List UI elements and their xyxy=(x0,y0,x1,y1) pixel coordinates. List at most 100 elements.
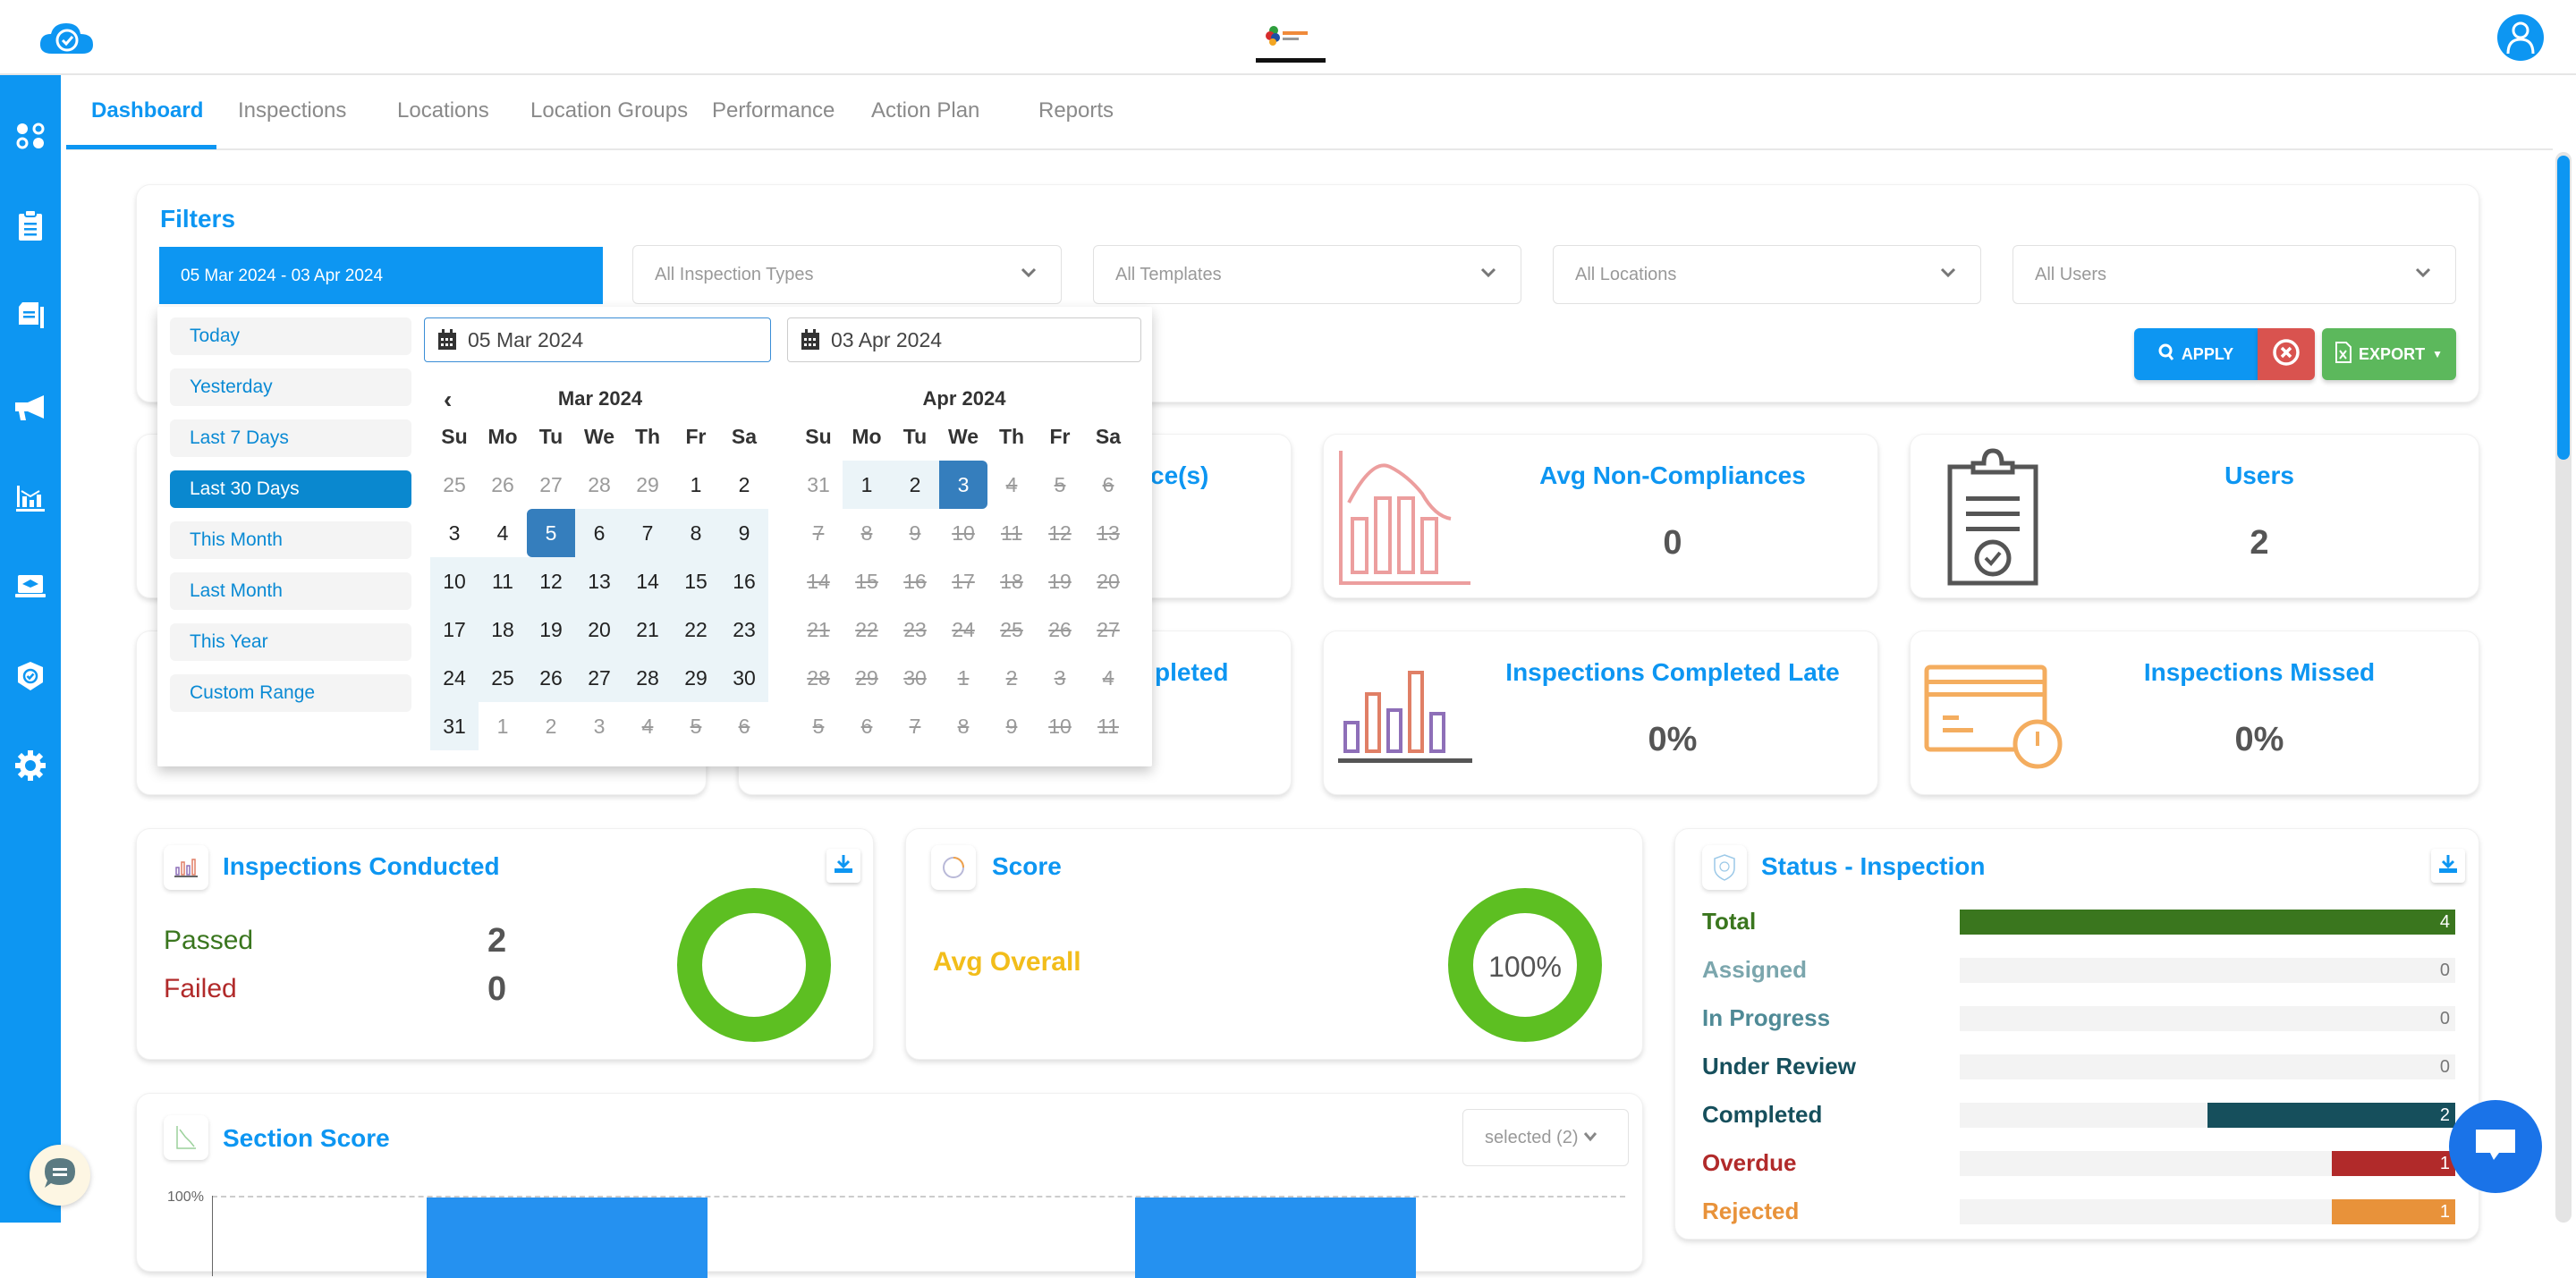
range-last-7-days[interactable]: Last 7 Days xyxy=(170,419,411,457)
tab-inspections[interactable]: Inspections xyxy=(238,98,346,123)
documents-icon[interactable] xyxy=(13,297,48,333)
range-last-30-days[interactable]: Last 30 Days xyxy=(170,470,411,508)
templates-value: All Templates xyxy=(1115,265,1222,284)
calendar-day[interactable]: 20 xyxy=(575,605,623,654)
calendar-day[interactable]: 26 xyxy=(479,461,527,509)
excel-file-icon xyxy=(2335,341,2352,368)
training-icon[interactable] xyxy=(13,569,48,605)
calendar-day[interactable]: 17 xyxy=(430,605,479,654)
calendar-day[interactable]: 10 xyxy=(430,557,479,605)
calendar-day[interactable]: 21 xyxy=(623,605,672,654)
range-this-month[interactable]: This Month xyxy=(170,521,411,559)
calendar-day[interactable]: 25 xyxy=(430,461,479,509)
range-today[interactable]: Today xyxy=(170,317,411,355)
dashboard-icon[interactable] xyxy=(13,118,48,154)
filters-title: Filters xyxy=(160,205,236,233)
bar-chart-icon xyxy=(1336,667,1474,770)
analytics-icon[interactable] xyxy=(13,479,48,515)
scrollbar-thumb[interactable] xyxy=(2557,156,2570,460)
calendar-day[interactable]: 15 xyxy=(672,557,720,605)
calendar-day[interactable]: 24 xyxy=(430,654,479,702)
feedback-chat-button[interactable] xyxy=(30,1145,90,1206)
calendar-day[interactable]: 19 xyxy=(527,605,575,654)
tab-dashboard[interactable]: Dashboard xyxy=(91,98,203,123)
inspection-types-select[interactable]: All Inspection Types xyxy=(632,245,1062,304)
calendar-day[interactable]: 2 xyxy=(527,702,575,750)
calendar-day[interactable]: 28 xyxy=(575,461,623,509)
calendar-day: 4 xyxy=(1005,472,1018,496)
section-selector[interactable]: selected (2) xyxy=(1462,1109,1629,1166)
download-button[interactable] xyxy=(826,849,860,883)
calendar-day: 28 xyxy=(807,665,830,690)
range-custom-range[interactable]: Custom Range xyxy=(170,674,411,712)
calendar-day[interactable]: 25 xyxy=(479,654,527,702)
calendar-day[interactable]: 27 xyxy=(527,461,575,509)
caret-down-icon: ▼ xyxy=(2432,348,2443,360)
user-avatar-icon[interactable] xyxy=(2497,14,2544,61)
calendar-day[interactable]: 5 xyxy=(527,509,575,557)
calendar-day[interactable]: 3 xyxy=(939,461,987,509)
calendar-day[interactable]: 2 xyxy=(891,461,939,509)
tab-action-plan[interactable]: Action Plan xyxy=(871,98,979,123)
apply-button[interactable]: APPLY xyxy=(2134,328,2258,380)
calendar-day[interactable]: 31 xyxy=(430,702,479,750)
calendar-day[interactable]: 9 xyxy=(720,509,768,557)
passed-value: 2 xyxy=(487,922,507,960)
locations-select[interactable]: All Locations xyxy=(1553,245,1981,304)
kpi-title: Inspections Missed xyxy=(2143,658,2376,686)
calendar-day[interactable]: 16 xyxy=(720,557,768,605)
calendar-day[interactable]: 2 xyxy=(720,461,768,509)
tab-reports[interactable]: Reports xyxy=(1038,98,1114,123)
kpi-title: Avg Non-Compliances xyxy=(1539,461,1806,489)
tab-location-groups[interactable]: Location Groups xyxy=(530,98,688,123)
calendar-day[interactable]: 30 xyxy=(720,654,768,702)
calendar-day[interactable]: 13 xyxy=(575,557,623,605)
end-date-input[interactable]: 03 Apr 2024 xyxy=(787,317,1141,362)
calendar-day[interactable]: 29 xyxy=(672,654,720,702)
cloud-check-icon[interactable] xyxy=(38,18,97,55)
calendar-day[interactable]: 1 xyxy=(672,461,720,509)
support-chat-button[interactable] xyxy=(2449,1100,2542,1193)
clipboard-icon[interactable] xyxy=(13,207,48,243)
gear-icon[interactable] xyxy=(13,748,48,783)
donut-ring xyxy=(677,888,831,1042)
calendar-day[interactable]: 26 xyxy=(527,654,575,702)
calendar-day[interactable]: 7 xyxy=(623,509,672,557)
calendar-day[interactable]: 22 xyxy=(672,605,720,654)
download-button[interactable] xyxy=(2431,849,2465,883)
calendar-day[interactable]: 3 xyxy=(575,702,623,750)
clear-filters-button[interactable] xyxy=(2258,328,2315,380)
calendar-day[interactable]: 3 xyxy=(430,509,479,557)
calendar-day[interactable]: 12 xyxy=(527,557,575,605)
calendar-day[interactable]: 27 xyxy=(575,654,623,702)
templates-select[interactable]: All Templates xyxy=(1093,245,1521,304)
calendar-day[interactable]: 31 xyxy=(794,461,843,509)
start-date-input[interactable]: 05 Mar 2024 xyxy=(424,317,771,362)
chevron-left-icon[interactable]: ‹ xyxy=(444,385,452,414)
calendar-day[interactable]: 8 xyxy=(672,509,720,557)
date-range-input[interactable]: 05 Mar 2024 - 03 Apr 2024 xyxy=(159,247,603,304)
tab-locations[interactable]: Locations xyxy=(397,98,489,123)
users-select[interactable]: All Users xyxy=(2012,245,2456,304)
status-bar: 4 xyxy=(1960,910,2455,935)
tab-performance[interactable]: Performance xyxy=(712,98,835,123)
shield-check-icon[interactable] xyxy=(13,658,48,694)
megaphone-icon[interactable] xyxy=(13,390,48,426)
range-last-month[interactable]: Last Month xyxy=(170,572,411,610)
calendar-day[interactable]: 29 xyxy=(623,461,672,509)
calendar-day[interactable]: 18 xyxy=(479,605,527,654)
calendar-day: 13 xyxy=(1097,521,1120,545)
calendar-day[interactable]: 1 xyxy=(479,702,527,750)
calendar-day[interactable]: 14 xyxy=(623,557,672,605)
calendar-day[interactable]: 4 xyxy=(479,509,527,557)
calendar-day[interactable]: 1 xyxy=(843,461,891,509)
calendar-day[interactable]: 11 xyxy=(479,557,527,605)
range-yesterday[interactable]: Yesterday xyxy=(170,368,411,406)
range-this-year[interactable]: This Year xyxy=(170,623,411,661)
calendar-day[interactable]: 23 xyxy=(720,605,768,654)
kpi-card-avg-non-compliances: Avg Non-Compliances 0 xyxy=(1323,434,1878,598)
kpi-title-partial: ce(s) xyxy=(1150,461,1209,489)
calendar-day[interactable]: 6 xyxy=(575,509,623,557)
export-button[interactable]: EXPORT ▼ xyxy=(2322,328,2456,380)
calendar-day[interactable]: 28 xyxy=(623,654,672,702)
